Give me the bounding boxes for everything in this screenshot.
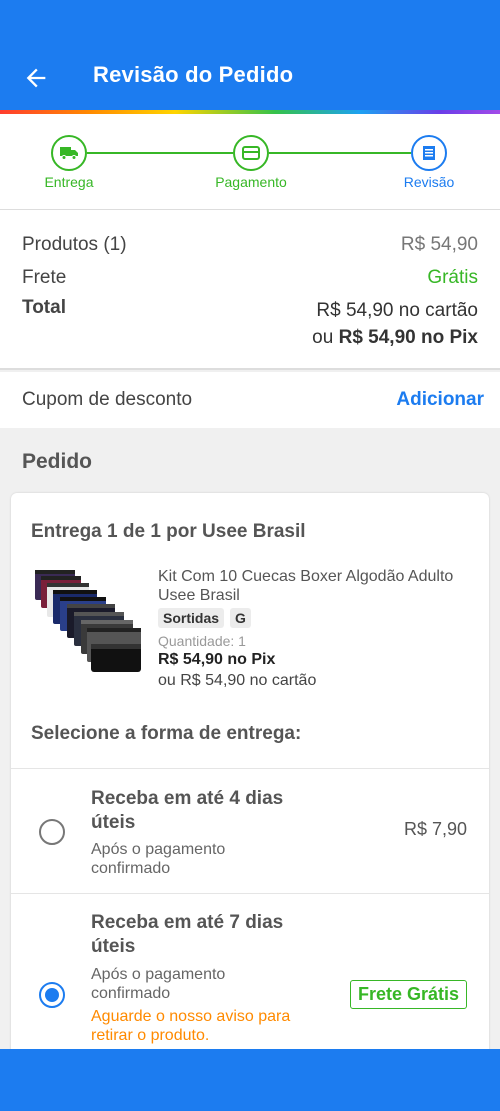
step-connector [269,152,411,154]
shipping-method-title: Selecione a forma de entrega: [31,723,302,744]
product-image[interactable] [33,566,143,686]
product-info: Kit Com 10 Cuecas Boxer Algodão Adulto U… [158,567,478,690]
free-shipping-badge: Frete Grátis [349,980,467,1009]
shipping-option-subtitle: Após o pagamento confirmado [91,966,226,1002]
product-tags: Sortidas G [158,608,478,628]
card-icon [242,146,260,160]
shipping-label: Frete [22,267,67,288]
shipping-option-subtitle: Após o pagamento confirmado [91,841,226,877]
coupon-label: Cupom de desconto [22,389,193,410]
product-card-price: ou R$ 54,90 no cartão [158,672,317,689]
total-card: R$ 54,90 no cartão [316,300,478,321]
seller-heading: Entrega 1 de 1 por Usee Brasil [31,521,306,542]
shipping-row: Frete Grátis [22,267,478,289]
order-summary: Produtos (1) R$ 54,90 Frete Grátis Total… [0,210,500,370]
checkout-stepper: Entrega Pagamento Revisão [0,114,500,210]
products-row: Produtos (1) R$ 54,90 [22,234,478,256]
step-label-revisao: Revisão [403,174,455,190]
truck-icon [60,147,78,160]
shipping-option-title: Receba em até 7 dias úteis [91,912,284,957]
total-value: R$ 54,90 no cartão ou R$ 54,90 no Pix [312,297,478,351]
shipping-option-title: Receba em até 4 dias úteis [91,788,284,833]
radio-button-selected[interactable] [39,982,65,1008]
coupon-row[interactable]: Cupom de desconto Adicionar [0,372,500,428]
step-label-pagamento: Pagamento [215,174,287,190]
step-pagamento[interactable] [233,135,269,171]
step-connector [87,152,233,154]
add-coupon-button[interactable]: Adicionar [396,389,484,411]
page-title: Revisão do Pedido [93,62,294,87]
shipping-option-warning: Aguarde o nosso aviso para retirar o pro… [91,1008,291,1044]
shipping-option-price: R$ 7,90 [403,819,467,839]
step-revisao[interactable] [411,135,447,171]
radio-button[interactable] [39,819,65,845]
product-name[interactable]: Kit Com 10 Cuecas Boxer Algodão Adulto U… [158,567,478,605]
total-pix: R$ 54,90 no Pix [338,327,478,348]
order-card: Entrega 1 de 1 por Usee Brasil Kit Com 1… [11,493,489,1111]
shipping-option-4-days[interactable]: Receba em até 4 dias úteis Após o pagame… [11,768,489,893]
receipt-icon [423,146,435,160]
order-section-title: Pedido [22,450,93,473]
products-label: Produtos (1) [22,234,127,255]
product-tag: G [230,608,251,628]
product-tag: Sortidas [158,608,225,628]
products-value: R$ 54,90 [400,234,478,255]
bottom-bar[interactable] [0,1049,500,1111]
app-header: Revisão do Pedido [0,0,500,110]
shipping-value: Grátis [427,267,478,288]
step-entrega[interactable] [51,135,87,171]
step-label-entrega: Entrega [44,174,94,190]
total-pix-prefix: ou [312,327,339,348]
product-quantity: Quantidade: 1 [158,633,246,649]
arrow-left-icon[interactable] [22,64,50,92]
product-pix-price: R$ 54,90 no Pix [158,651,276,668]
total-label: Total [22,297,66,318]
total-row: Total R$ 54,90 no cartão ou R$ 54,90 no … [22,297,478,351]
